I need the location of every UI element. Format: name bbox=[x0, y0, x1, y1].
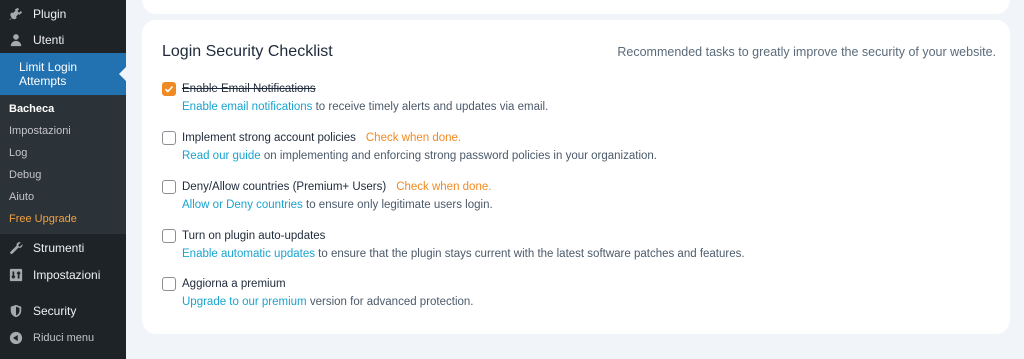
menu-item-label: Impostazioni bbox=[33, 268, 101, 282]
task-checkbox[interactable] bbox=[162, 229, 176, 243]
task-title: Turn on plugin auto-updates bbox=[182, 230, 326, 242]
task-description: Allow or Deny countries to ensure only l… bbox=[182, 199, 493, 211]
menu-item-label: Plugin bbox=[33, 7, 67, 21]
tools-icon bbox=[9, 241, 23, 255]
task-title: Implement strong account policies bbox=[182, 132, 356, 144]
task-desc-text: version for advanced protection. bbox=[306, 296, 474, 308]
check-when-done-note: Check when done. bbox=[396, 181, 492, 193]
menu-item-label: Strumenti bbox=[33, 240, 85, 255]
menu-item-impostazioni[interactable]: Impostazioni bbox=[0, 261, 126, 289]
checklist-task: Deny/Allow countries (Premium+ Users) Ch… bbox=[162, 179, 493, 211]
previous-card bbox=[142, 0, 1010, 14]
menu-item-label: Limit Login Attempts bbox=[19, 60, 78, 88]
task-checkbox[interactable] bbox=[162, 82, 176, 96]
menu-item-label: Utenti bbox=[33, 33, 65, 47]
submenu-item-impostazioni[interactable]: Impostazioni bbox=[0, 120, 126, 142]
task-desc-text: on implementing and enforcing strong pas… bbox=[260, 150, 657, 162]
task-title: Enable Email Notifications bbox=[182, 83, 316, 95]
menu-item-strumenti[interactable]: Strumenti bbox=[0, 234, 126, 261]
task-desc-text: to ensure only legitimate users login. bbox=[302, 199, 493, 211]
card-title: Login Security Checklist bbox=[162, 43, 333, 60]
task-description: Enable automatic updates to ensure that … bbox=[182, 248, 745, 260]
users-icon bbox=[9, 33, 23, 47]
task-checkbox[interactable] bbox=[162, 277, 176, 291]
checklist-task: Implement strong account policies Check … bbox=[162, 130, 657, 162]
task-checkbox[interactable] bbox=[162, 180, 176, 194]
task-link[interactable]: Enable email notifications bbox=[182, 101, 312, 113]
task-link[interactable]: Read our guide bbox=[182, 150, 261, 162]
check-when-done-note: Check when done. bbox=[365, 132, 462, 144]
plugin-icon bbox=[9, 7, 23, 21]
task-link[interactable]: Allow or Deny countries bbox=[182, 199, 303, 211]
task-desc-text: to ensure that the plugin stays current … bbox=[314, 248, 745, 260]
settings-icon bbox=[9, 268, 23, 282]
task-checkbox[interactable] bbox=[162, 131, 176, 145]
shield-icon bbox=[9, 304, 23, 318]
collapse-menu-button[interactable]: Riduci menu bbox=[0, 325, 126, 351]
task-link[interactable]: Upgrade to our premium bbox=[182, 296, 307, 308]
card-subtitle: Recommended tasks to greatly improve the… bbox=[617, 45, 996, 59]
security-checklist-card: Login Security Checklist Recommended tas… bbox=[142, 20, 1010, 334]
submenu-item-free-upgrade[interactable]: Free Upgrade bbox=[0, 208, 126, 230]
admin-sidebar: Plugin Utenti Limit Login Attempts Bache… bbox=[0, 0, 127, 359]
checklist-task: Enable Email Notifications Enable email … bbox=[162, 81, 548, 113]
menu-item-utenti[interactable]: Utenti bbox=[0, 27, 126, 53]
submenu: Bacheca Impostazioni Log Debug Aiuto Fre… bbox=[0, 95, 126, 234]
menu-item-label: Riduci menu bbox=[33, 332, 95, 344]
task-desc-text: to receive timely alerts and updates via… bbox=[312, 101, 549, 113]
checkmark-icon bbox=[164, 85, 174, 93]
menu-item-label: Security bbox=[33, 304, 77, 318]
menu-item-limit-login-attempts[interactable]: Limit Login Attempts bbox=[0, 53, 127, 95]
submenu-item-log[interactable]: Log bbox=[0, 142, 126, 164]
submenu-item-bacheca[interactable]: Bacheca bbox=[0, 98, 126, 120]
collapse-icon bbox=[9, 331, 23, 345]
menu-item-plugin[interactable]: Plugin bbox=[0, 1, 126, 27]
task-description: Upgrade to our premium version for advan… bbox=[182, 296, 474, 308]
task-description: Enable email notifications to receive ti… bbox=[182, 101, 548, 113]
submenu-item-debug[interactable]: Debug bbox=[0, 164, 126, 186]
submenu-item-aiuto[interactable]: Aiuto bbox=[0, 186, 126, 208]
task-description: Read our guide on implementing and enfor… bbox=[182, 150, 657, 162]
menu-item-security[interactable]: Security bbox=[0, 297, 126, 325]
checklist-task: Turn on plugin auto-updates Enable autom… bbox=[162, 228, 745, 260]
task-title: Deny/Allow countries (Premium+ Users) bbox=[182, 181, 387, 193]
active-indicator bbox=[119, 66, 127, 82]
task-title: Aggiorna a premium bbox=[182, 278, 286, 290]
checklist-task: Aggiorna a premium Upgrade to our premiu… bbox=[162, 276, 474, 308]
task-link[interactable]: Enable automatic updates bbox=[182, 248, 315, 260]
